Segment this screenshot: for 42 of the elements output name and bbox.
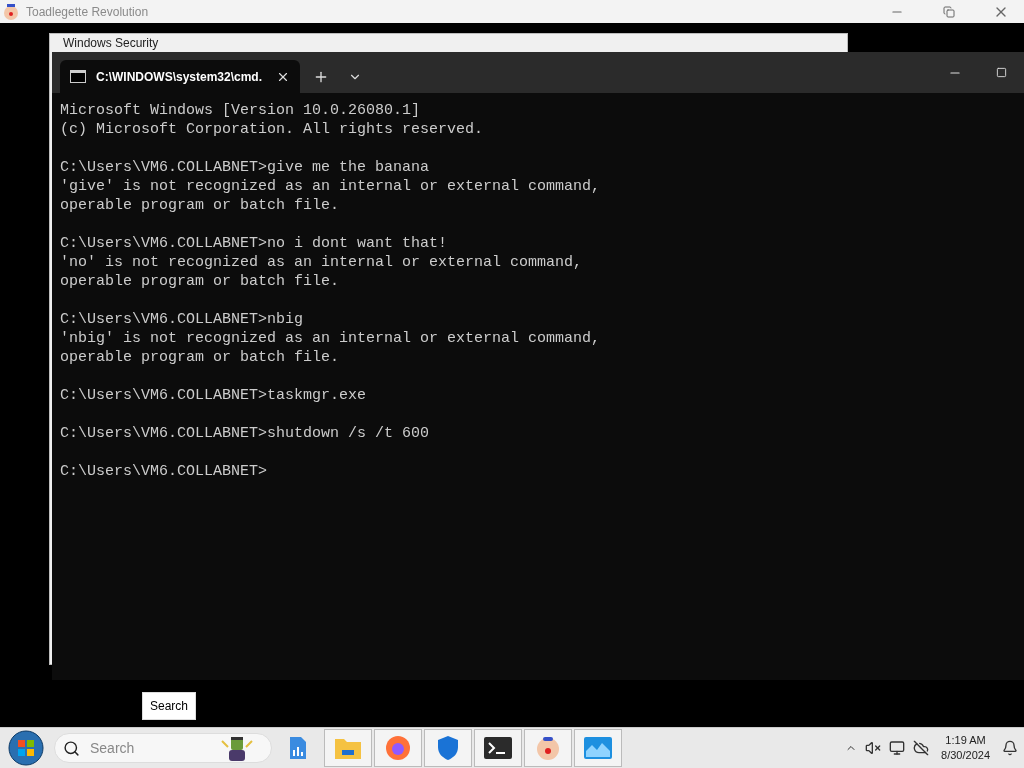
clock-time: 1:19 AM <box>945 733 986 748</box>
console-line: C:\Users\VM6.COLLABNET>taskmgr.exe <box>60 386 368 405</box>
clock-date: 8/30/2024 <box>941 748 990 763</box>
window-title: Toadlegette Revolution <box>26 4 150 19</box>
console-line: C:\Users\VM6.COLLABNET>give me the banana <box>60 158 431 177</box>
console-line: C:\Users\VM6.COLLABNET>no i dont want that! <box>60 234 449 253</box>
document-chart-icon <box>288 735 308 761</box>
taskbar-app[interactable] <box>474 729 522 767</box>
search-icon <box>63 739 80 757</box>
console-line: operable program or batch file. <box>60 348 341 367</box>
console-line: C:\Users\VM6.COLLABNET>shutdown /s /t 600 <box>60 424 431 443</box>
console-line: operable program or batch file. <box>60 272 341 291</box>
console-line: 'nbig' is not recognized as an internal or external command, <box>60 329 602 348</box>
clown-icon <box>534 734 562 762</box>
notification-icon[interactable] <box>1002 740 1018 756</box>
restore-icon[interactable] <box>943 5 955 18</box>
search-bar[interactable]: Search <box>54 733 272 763</box>
shield-icon <box>436 735 460 761</box>
monster-figure-icon <box>220 735 254 761</box>
browser-icon <box>385 735 411 761</box>
window-title: Windows Security <box>63 36 159 50</box>
terminal-icon <box>484 737 512 759</box>
console-line: (c) Microsoft Corporation. All rights reserved. <box>60 120 485 139</box>
console-line: 'give' is not recognized as an internal or external command, <box>60 177 602 196</box>
terminal-tab[interactable]: C:\WINDOWS\system32\cmd. <box>60 60 300 93</box>
clock[interactable]: 1:19 AM 8/30/2024 <box>941 733 990 763</box>
console-line: Microsoft Windows [Version 10.0.26080.1] <box>60 101 422 120</box>
maximize-icon[interactable] <box>995 67 1007 78</box>
console-line: 'no' is not recognized as an internal or external command, <box>60 253 584 272</box>
cloud-off-icon[interactable] <box>913 740 930 756</box>
console-line: operable program or batch file. <box>60 196 341 215</box>
console-line: C:\Users\VM6.COLLABNET>nbig <box>60 310 305 329</box>
console-line: C:\Users\VM6.COLLABNET> <box>60 462 269 481</box>
tooltip: Search <box>142 692 197 720</box>
search-field[interactable]: Search <box>88 739 212 757</box>
tab-title: C:\WINDOWS\system32\cmd. <box>96 69 264 84</box>
console-icon <box>70 70 86 83</box>
speaker-muted-icon[interactable] <box>865 740 882 756</box>
folder-icon <box>334 736 362 760</box>
start-button[interactable] <box>8 730 44 766</box>
clown-icon <box>2 2 20 21</box>
network-icon[interactable] <box>889 740 906 756</box>
